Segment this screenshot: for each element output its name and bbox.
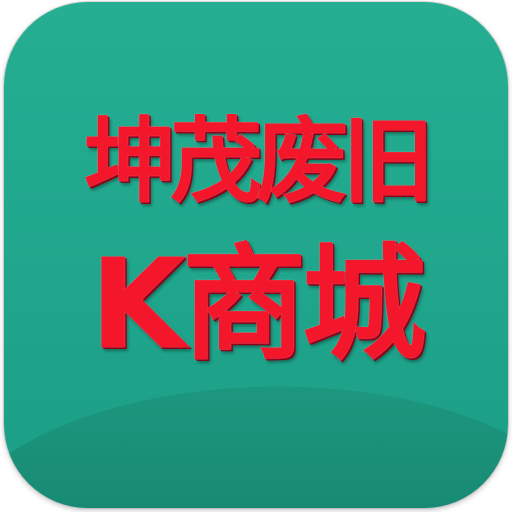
icon-title-line1: 坤茂废旧 (83, 108, 434, 215)
app-icon[interactable]: 坤茂废旧 K商城 (4, 2, 508, 508)
icon-title-line2: K商城 (89, 233, 426, 377)
